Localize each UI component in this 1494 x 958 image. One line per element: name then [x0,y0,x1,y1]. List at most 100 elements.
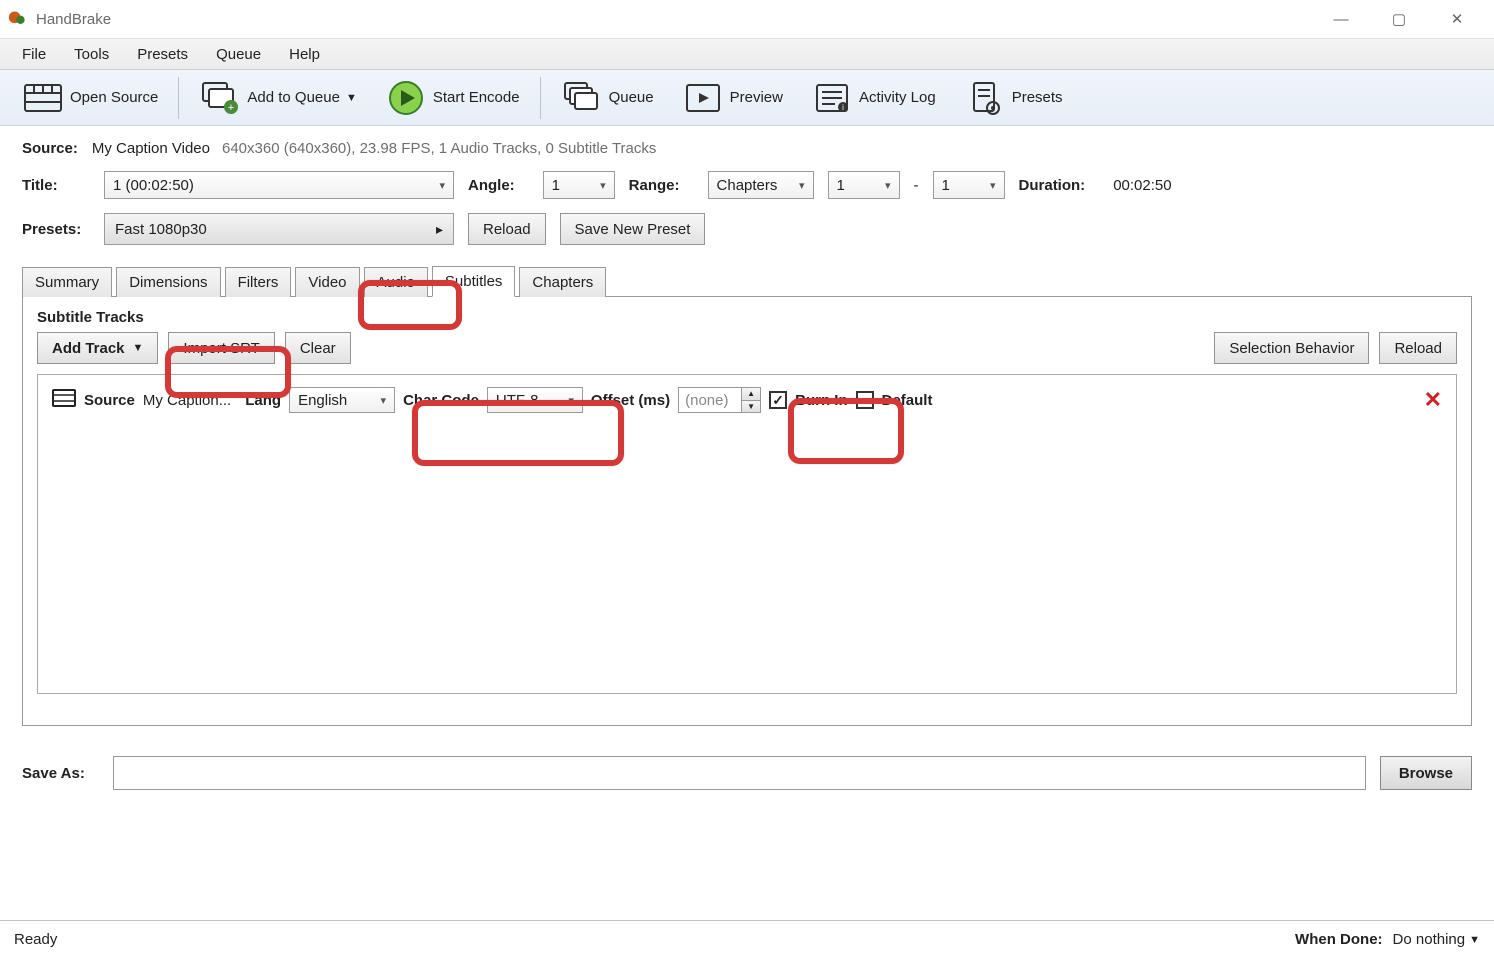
browse-button[interactable]: Browse [1380,756,1472,790]
angle-select[interactable]: 1 ▾ [543,171,615,199]
angle-label: Angle: [468,177,515,194]
track-charcode-select[interactable]: UTF-8 ▾ [487,387,583,413]
range-label: Range: [629,177,680,194]
reload-subtitles-button[interactable]: Reload [1379,332,1457,364]
burn-in-label: Burn In [795,392,848,409]
track-lang-select[interactable]: English ▾ [289,387,395,413]
offset-spinner[interactable]: ▲ ▼ [742,387,761,413]
menu-presets[interactable]: Presets [123,42,202,67]
title-select-value: 1 (00:02:50) [113,177,194,194]
preview-label: Preview [730,89,783,106]
clear-subtitles-button[interactable]: Clear [285,332,351,364]
activity-log-label: Activity Log [859,89,936,106]
tab-video[interactable]: Video [295,267,359,297]
range-from-value: 1 [837,177,845,194]
default-label: Default [882,392,933,409]
subtitle-tracks-area: Source My Caption... Lang English ▾ Char… [37,374,1457,694]
range-type-value: Chapters [717,177,778,194]
stack-plus-icon: + [199,77,241,119]
queue-button[interactable]: Queue [547,71,668,125]
app-icon [8,9,28,29]
tab-summary[interactable]: Summary [22,267,112,297]
add-track-label: Add Track [52,340,125,357]
chevron-down-icon: ▾ [990,179,996,192]
preview-button[interactable]: Preview [668,71,797,125]
chevron-down-icon: ▾ [799,179,805,192]
start-encode-button[interactable]: Start Encode [371,71,534,125]
svg-text:+: + [228,102,234,114]
track-charcode-label: Char Code [403,392,479,409]
status-text: Ready [14,931,57,948]
spinner-up-icon[interactable]: ▲ [742,388,760,401]
menu-help[interactable]: Help [275,42,334,67]
queue-stack-icon [561,77,603,119]
chevron-down-icon: ▾ [600,179,606,192]
tabs: Summary Dimensions Filters Video Audio S… [22,265,1472,296]
add-track-button[interactable]: Add Track ▼ [37,332,158,364]
source-details: 640x360 (640x360), 23.98 FPS, 1 Audio Tr… [222,140,656,157]
start-encode-label: Start Encode [433,89,520,106]
menu-file[interactable]: File [8,42,60,67]
import-srt-button[interactable]: Import SRT [168,332,274,364]
chevron-down-icon: ▼ [1469,934,1480,946]
statusbar: Ready When Done: Do nothing ▼ [0,920,1494,958]
range-type-select[interactable]: Chapters ▾ [708,171,814,199]
arrow-right-icon: ▸ [436,221,443,238]
presets-label: Presets: [22,221,76,238]
menu-queue[interactable]: Queue [202,42,275,67]
add-to-queue-label: Add to Queue [247,89,340,106]
spinner-down-icon[interactable]: ▼ [742,401,760,413]
window-minimize-button[interactable]: — [1312,0,1370,38]
tab-dimensions[interactable]: Dimensions [116,267,220,297]
tab-audio[interactable]: Audio [364,267,428,297]
track-offset-input[interactable]: (none) [678,387,742,413]
window-maximize-button[interactable]: ▢ [1370,0,1428,38]
selection-behavior-button[interactable]: Selection Behavior [1214,332,1369,364]
tab-subtitles[interactable]: Subtitles [432,266,516,297]
document-gear-icon [964,77,1006,119]
chevron-down-icon: ▼ [133,342,144,354]
save-as-label: Save As: [22,765,85,782]
film-icon [52,389,76,411]
save-as-input[interactable] [113,756,1366,790]
menu-tools[interactable]: Tools [60,42,123,67]
toolbar-separator [178,77,179,119]
track-lang-label: Lang [245,392,281,409]
delete-track-icon[interactable]: ✕ [1424,387,1442,413]
add-to-queue-button[interactable]: + Add to Queue ▼ [185,71,370,125]
chevron-down-icon: ▾ [439,179,445,192]
range-from-select[interactable]: 1 ▾ [828,171,900,199]
title-select[interactable]: 1 (00:02:50) ▾ [104,171,454,199]
preset-dropdown[interactable]: Fast 1080p30 ▸ [104,213,454,245]
range-to-select[interactable]: 1 ▾ [933,171,1005,199]
menubar: File Tools Presets Queue Help [0,38,1494,70]
window-close-button[interactable]: ✕ [1428,0,1486,38]
tab-content-subtitles: Subtitle Tracks Add Track ▼ Import SRT C… [22,296,1472,726]
preview-play-icon [682,77,724,119]
chevron-down-icon: ▾ [885,179,891,192]
dropdown-arrow-icon: ▼ [346,92,357,104]
open-source-label: Open Source [70,89,158,106]
play-icon [385,77,427,119]
reload-preset-button[interactable]: Reload [468,213,546,245]
angle-value: 1 [552,177,560,194]
tab-chapters[interactable]: Chapters [519,267,606,297]
burn-in-checkbox[interactable] [769,391,787,409]
save-new-preset-button[interactable]: Save New Preset [560,213,706,245]
svg-text:i: i [842,103,844,112]
default-checkbox[interactable] [856,391,874,409]
when-done-value[interactable]: Do nothing [1393,931,1466,948]
presets-label: Presets [1012,89,1063,106]
subtitle-track-row: Source My Caption... Lang English ▾ Char… [52,387,1442,413]
activity-log-button[interactable]: i Activity Log [797,71,950,125]
open-source-button[interactable]: Open Source [8,71,172,125]
presets-button[interactable]: Presets [950,71,1077,125]
queue-label: Queue [609,89,654,106]
track-lang-value: English [298,392,347,409]
source-label: Source: [22,140,78,157]
toolbar: Open Source + Add to Queue ▼ Start Encod… [0,70,1494,126]
range-to-value: 1 [942,177,950,194]
chevron-down-icon: ▾ [568,394,574,407]
tab-filters[interactable]: Filters [225,267,292,297]
toolbar-separator [540,77,541,119]
